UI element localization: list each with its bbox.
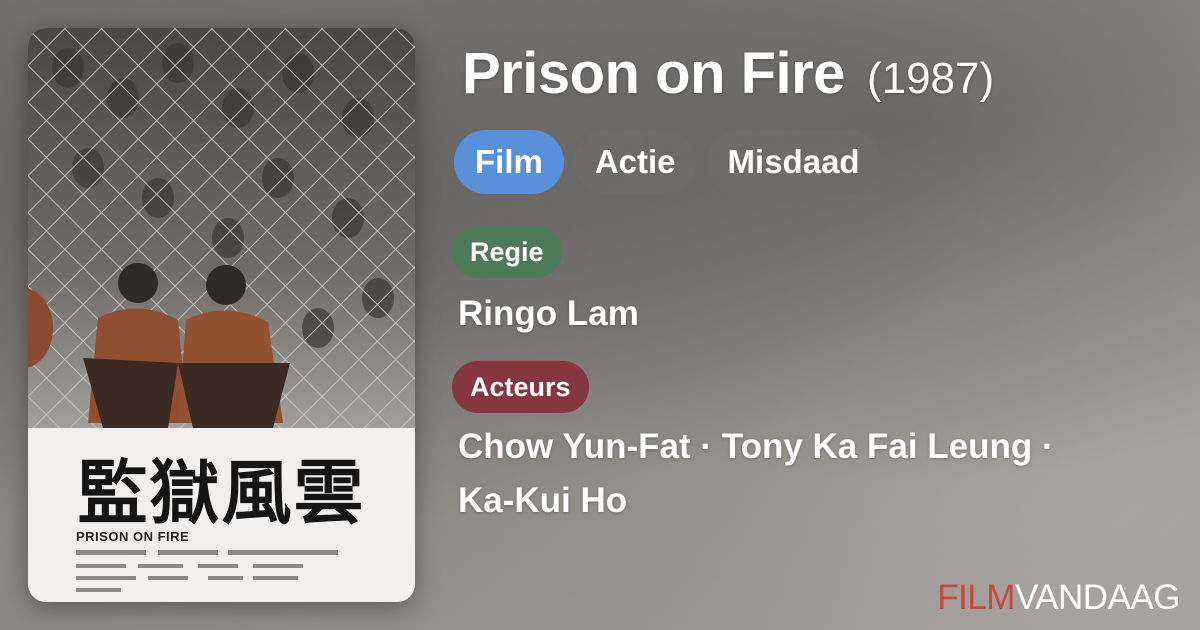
movie-year: (1987) bbox=[866, 54, 995, 103]
title-row: Prison on Fire (1987) bbox=[462, 40, 994, 110]
poster-english-title: PRISON ON FIRE bbox=[76, 529, 190, 544]
genre-pill-misdaad[interactable]: Misdaad bbox=[706, 130, 881, 194]
director-label: Regie bbox=[452, 226, 562, 278]
cast-label: Acteurs bbox=[452, 361, 589, 413]
cast-line-1[interactable]: Chow Yun-Fat · Tony Ka Fai Leung · bbox=[458, 420, 1158, 474]
brand-logo-part2: VANDAAG bbox=[1014, 578, 1181, 617]
director-name[interactable]: Ringo Lam bbox=[458, 287, 1158, 341]
genre-pill-film[interactable]: Film bbox=[454, 130, 564, 194]
cast-list: Chow Yun-Fat · Tony Ka Fai Leung · Ka-Ku… bbox=[458, 420, 1158, 528]
poster-chinese-title: 監獄風雲 bbox=[77, 451, 366, 534]
cast-line-2[interactable]: Ka-Kui Ho bbox=[458, 474, 1158, 528]
movie-poster[interactable]: 監獄風雲 PRISON ON FIRE bbox=[28, 28, 415, 602]
brand-logo[interactable]: FILMVANDAAG bbox=[937, 578, 1180, 618]
genre-pill-actie[interactable]: Actie bbox=[573, 130, 697, 194]
brand-logo-part1: FILM bbox=[937, 578, 1015, 617]
genre-list: Film Actie Misdaad bbox=[454, 130, 881, 194]
movie-title: Prison on Fire bbox=[462, 41, 845, 106]
